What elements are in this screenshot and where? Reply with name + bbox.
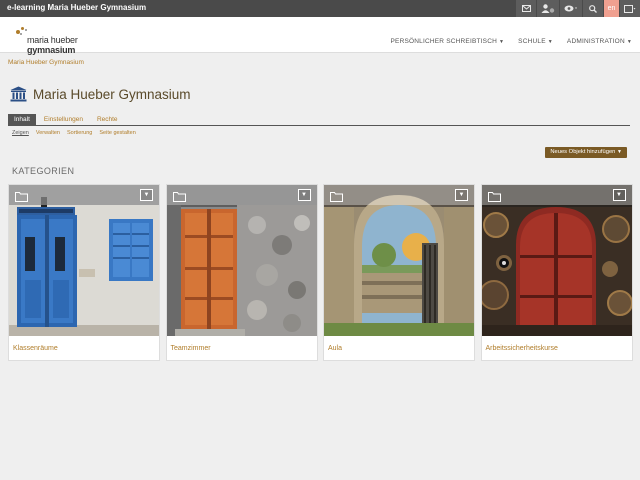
- subtab-sorting[interactable]: Sortierung: [67, 130, 92, 136]
- category-tile[interactable]: ▼ Arbeitssicherheitskurse: [480, 184, 633, 361]
- tile-actions-dropdown[interactable]: ▼: [297, 189, 311, 201]
- nav-label: Schule: [518, 38, 546, 45]
- folder-icon: [330, 189, 343, 207]
- add-new-object-button[interactable]: Neues Objekt hinzufügen ▼: [545, 147, 627, 158]
- folder-icon: [487, 189, 501, 207]
- subtab-page-design[interactable]: Seite gestalten: [99, 130, 135, 136]
- tile-image-blue-door[interactable]: [9, 185, 159, 336]
- tile-label[interactable]: Teamzimmer: [171, 345, 211, 352]
- tab-settings[interactable]: Einstellungen: [38, 114, 89, 125]
- tile-image-steampunk-door[interactable]: [481, 185, 632, 336]
- category-tile[interactable]: ▼ Klassenräume: [8, 184, 160, 361]
- tile-label[interactable]: Klassenräume: [13, 345, 58, 352]
- tile-actions-dropdown[interactable]: ▼: [612, 189, 626, 201]
- subtab-manage[interactable]: Verwalten: [36, 130, 60, 136]
- category-tile[interactable]: ▼ Teamzimmer: [165, 184, 318, 361]
- page-title: Maria Hueber Gymnasium: [33, 86, 191, 102]
- tab-permissions[interactable]: Rechte: [91, 114, 124, 125]
- folder-icon: [172, 189, 186, 207]
- tile-image-orange-door[interactable]: [166, 185, 317, 336]
- chevron-down-icon: ▼: [547, 39, 553, 45]
- tile-header-bar: [9, 185, 159, 205]
- nav-school[interactable]: Schule ▼: [518, 38, 553, 45]
- caret-down-icon: ▼: [617, 149, 622, 155]
- tile-actions-dropdown[interactable]: ▼: [140, 189, 153, 201]
- tile-image-stone-arch[interactable]: [324, 185, 474, 336]
- user-icon[interactable]: [537, 0, 559, 17]
- page-header: Maria Hueber Gymnasium: [10, 86, 191, 102]
- subtab-show[interactable]: Zeigen: [12, 130, 29, 136]
- add-new-object-label: Neues Objekt hinzufügen: [550, 149, 616, 155]
- category-tiles: ▼ Klassenräume ▼ Teamzimmer ▼ Aula ▼ Arb…: [8, 184, 638, 361]
- app-title: e-learning Maria Hueber Gymnasium: [7, 3, 147, 12]
- school-logo[interactable]: maria hueber gymnasium: [16, 26, 126, 55]
- folder-icon: [15, 189, 28, 207]
- tab-bar: Inhalt Einstellungen Rechte: [8, 114, 630, 126]
- top-bar: e-learning Maria Hueber Gymnasium en: [0, 0, 640, 17]
- chevron-down-icon: ▼: [626, 39, 632, 45]
- chevron-down-icon: ▼: [499, 39, 505, 45]
- logo-text-light: maria hueber: [27, 35, 78, 45]
- eye-icon[interactable]: [560, 0, 582, 17]
- sub-tab-bar: Zeigen Verwalten Sortierung Seite gestal…: [12, 130, 143, 136]
- tile-label[interactable]: Arbeitssicherheitskurse: [486, 345, 558, 352]
- nav-label: Administration: [566, 38, 625, 45]
- tab-content[interactable]: Inhalt: [8, 114, 36, 125]
- nav-label: Persönlicher Schreibtisch: [390, 38, 498, 45]
- breadcrumb[interactable]: Maria Hueber Gymnasium: [8, 59, 84, 66]
- tile-header-bar: [324, 185, 474, 205]
- section-title: KATEGORIEN: [12, 166, 75, 176]
- tile-header-bar: [481, 185, 632, 205]
- mail-icon[interactable]: [516, 0, 536, 17]
- tile-header-bar: [166, 185, 317, 205]
- nav-administration[interactable]: Administration ▼: [567, 38, 632, 45]
- main-nav: Persönlicher Schreibtisch ▼ Schule ▼ Admin…: [377, 38, 632, 45]
- tile-label[interactable]: Aula: [328, 345, 342, 352]
- nav-personal-desktop[interactable]: Persönlicher Schreibtisch ▼: [391, 38, 505, 45]
- language-button[interactable]: en: [604, 0, 619, 17]
- header: maria hueber gymnasium Persönlicher Schr…: [0, 17, 640, 55]
- category-building-icon: [10, 86, 27, 102]
- logo-text-bold: gymnasium: [27, 45, 76, 55]
- category-tile[interactable]: ▼ Aula: [323, 184, 475, 361]
- avatar-icon[interactable]: [620, 0, 640, 17]
- search-icon[interactable]: [583, 0, 603, 17]
- logo-text: maria hueber gymnasium: [27, 35, 126, 55]
- top-bar-icons: en: [515, 0, 640, 17]
- tile-actions-dropdown[interactable]: ▼: [455, 189, 468, 201]
